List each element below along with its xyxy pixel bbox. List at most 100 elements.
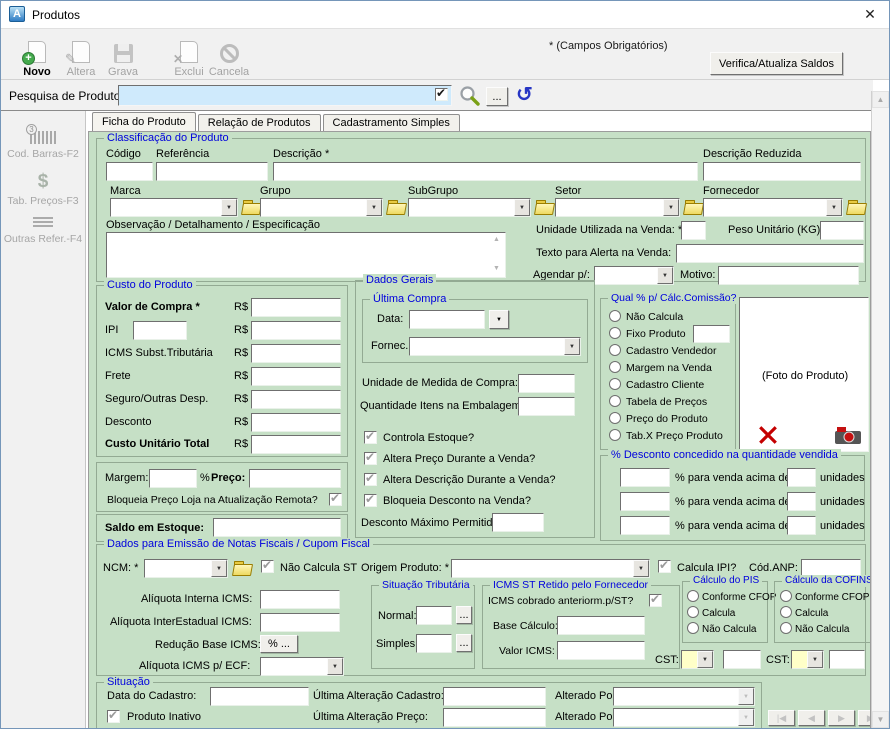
preco-field[interactable]: [249, 469, 341, 488]
fixo-produto-radio[interactable]: [609, 327, 621, 339]
aliq-ecf-combo[interactable]: [260, 657, 344, 676]
previous-record-button[interactable]: [798, 710, 825, 726]
aliq-interestadual-field[interactable]: [260, 613, 340, 632]
desconto-field[interactable]: [251, 413, 341, 432]
tab-precos-f3-button[interactable]: Tab. Preços-F3: [3, 173, 83, 207]
desconto3-percent-field[interactable]: [620, 516, 670, 535]
remove-photo-icon[interactable]: [758, 425, 778, 448]
cancela-button[interactable]: Cancela: [207, 32, 251, 78]
outras-refer-f4-button[interactable]: Outras Refer.-F4: [3, 215, 83, 245]
desconto2-percent-field[interactable]: [620, 492, 670, 511]
data-cadastro-field[interactable]: [210, 687, 309, 706]
normal-field[interactable]: [416, 606, 452, 625]
ncm-combo[interactable]: [144, 559, 228, 578]
desconto1-percent-field[interactable]: [620, 468, 670, 487]
ncm-folder-icon[interactable]: [233, 561, 251, 574]
alterado-por-cadastro-combo[interactable]: [613, 687, 755, 706]
grupo-folder-icon[interactable]: [387, 200, 405, 213]
base-calculo-field[interactable]: [557, 616, 645, 635]
altera-descricao-checkbox[interactable]: [364, 473, 377, 486]
pis-cst-combo[interactable]: [681, 650, 714, 669]
agendar-combo[interactable]: [594, 266, 674, 285]
qtd-itens-field[interactable]: [518, 397, 575, 416]
valor-icms-field[interactable]: [557, 641, 645, 660]
ult-alt-preco-field[interactable]: [443, 708, 546, 727]
bloqueia-desconto-checkbox[interactable]: [364, 494, 377, 507]
cadastro-cliente-radio[interactable]: [609, 378, 621, 390]
bloqueia-preco-checkbox[interactable]: [329, 493, 342, 506]
icms-subst-field[interactable]: [251, 344, 341, 363]
pis-cst-field[interactable]: [723, 650, 761, 669]
pis-calcula-radio[interactable]: [687, 606, 699, 618]
tabx-preco-produto-radio[interactable]: [609, 429, 621, 441]
novo-button[interactable]: Novo: [15, 32, 59, 78]
scroll-down-icon[interactable]: ▼: [493, 265, 500, 272]
scrollbar-down-icon[interactable]: [872, 711, 889, 728]
desconto3-qtd-field[interactable]: [787, 516, 816, 535]
cofins-calcula-radio[interactable]: [780, 606, 792, 618]
unidade-venda-field[interactable]: [681, 221, 706, 240]
aliq-interna-field[interactable]: [260, 590, 340, 609]
setor-combo[interactable]: [555, 198, 680, 217]
reducao-base-button[interactable]: % ...: [260, 635, 298, 653]
next-record-button[interactable]: [828, 710, 855, 726]
last-record-button[interactable]: [858, 710, 871, 726]
camera-icon[interactable]: [834, 426, 862, 448]
icms-cobrado-checkbox[interactable]: [649, 594, 662, 607]
saldo-estoque-field[interactable]: [213, 518, 341, 537]
scrollbar-up-icon[interactable]: [872, 91, 889, 108]
cofins-cst-field[interactable]: [829, 650, 865, 669]
preco-produto-radio[interactable]: [609, 412, 621, 424]
setor-folder-icon[interactable]: [684, 200, 702, 213]
altera-button[interactable]: Altera: [59, 32, 103, 78]
tab-relacao-de-produtos[interactable]: Relação de Produtos: [198, 114, 321, 131]
nao-calcula-st-checkbox[interactable]: [261, 560, 274, 573]
subgrupo-folder-icon[interactable]: [535, 200, 553, 213]
cofins-cst-combo[interactable]: [791, 650, 824, 669]
ipi-valor-field[interactable]: [251, 321, 341, 340]
peso-unitario-field[interactable]: [820, 221, 864, 240]
tab-cadastramento-simples[interactable]: Cadastramento Simples: [323, 114, 460, 131]
desconto2-qtd-field[interactable]: [787, 492, 816, 511]
alterado-por-preco-combo[interactable]: [613, 708, 755, 727]
refresh-icon[interactable]: [516, 82, 533, 107]
vertical-scrollbar[interactable]: [871, 91, 889, 728]
produto-inativo-checkbox[interactable]: [107, 710, 120, 723]
frete-field[interactable]: [251, 367, 341, 386]
close-icon[interactable]: [861, 5, 879, 23]
margem-venda-radio[interactable]: [609, 361, 621, 373]
valor-compra-field[interactable]: [251, 298, 341, 317]
seguro-field[interactable]: [251, 390, 341, 409]
cofins-conforme-cfop-radio[interactable]: [780, 590, 792, 602]
search-checkbox[interactable]: [435, 88, 448, 101]
motivo-field[interactable]: [718, 266, 859, 285]
marca-folder-icon[interactable]: [242, 200, 260, 213]
first-record-button[interactable]: [768, 710, 795, 726]
ult-alt-cadastro-field[interactable]: [443, 687, 546, 706]
origem-produto-combo[interactable]: [451, 559, 650, 578]
normal-browse-button[interactable]: ...: [456, 606, 472, 624]
cadastro-vendedor-radio[interactable]: [609, 344, 621, 356]
tab-ficha-do-produto[interactable]: Ficha do Produto: [92, 112, 196, 131]
ipi-percent-field[interactable]: [133, 321, 187, 340]
browse-button[interactable]: ...: [486, 87, 508, 106]
controla-estoque-checkbox[interactable]: [364, 431, 377, 444]
subgrupo-combo[interactable]: [408, 198, 531, 217]
simples-field[interactable]: [416, 634, 452, 653]
observacao-textarea[interactable]: [106, 232, 506, 278]
altera-preco-checkbox[interactable]: [364, 452, 377, 465]
grava-button[interactable]: Grava: [101, 32, 145, 78]
exclui-button[interactable]: Exclui: [167, 32, 211, 78]
descricao-reduzida-field[interactable]: [703, 162, 861, 181]
cofins-nao-calcula-radio[interactable]: [780, 622, 792, 634]
search-input[interactable]: [118, 85, 452, 106]
nao-calcula-radio[interactable]: [609, 310, 621, 322]
pis-conforme-cfop-radio[interactable]: [687, 590, 699, 602]
cod-barras-f2-button[interactable]: Cod. Barras-F2: [3, 131, 83, 160]
simples-browse-button[interactable]: ...: [456, 634, 472, 652]
calcula-ipi-checkbox[interactable]: [658, 560, 671, 573]
fornecedor-folder-icon[interactable]: [847, 200, 865, 213]
descricao-field[interactable]: [273, 162, 698, 181]
referencia-field[interactable]: [156, 162, 268, 181]
search-icon[interactable]: [458, 84, 481, 110]
